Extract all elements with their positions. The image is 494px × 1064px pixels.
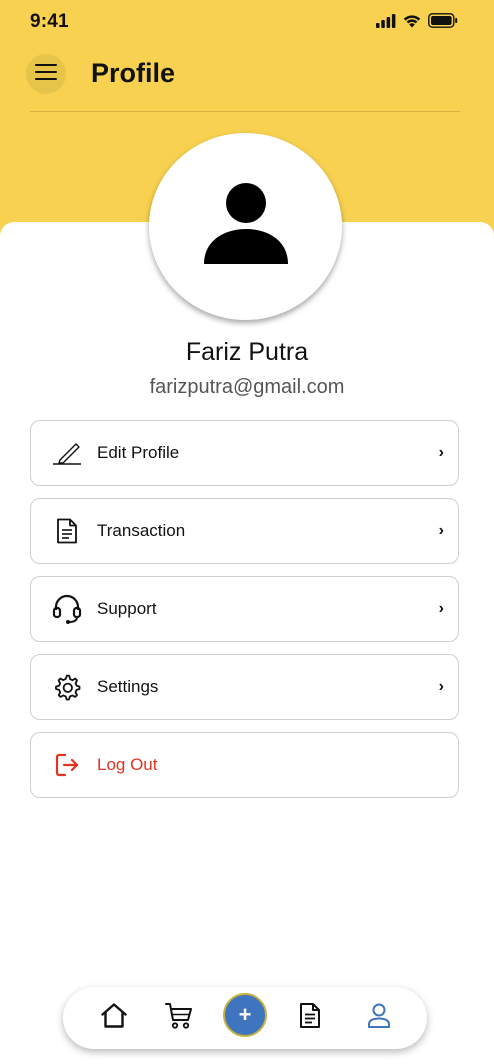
home-icon — [100, 1003, 128, 1034]
nav-home-button[interactable] — [100, 1003, 128, 1034]
status-icons — [376, 13, 458, 33]
pencil-icon — [51, 437, 83, 469]
menu-item-label: Settings — [97, 677, 159, 696]
menu-item-support[interactable]: Support › — [30, 576, 459, 642]
header-divider — [30, 111, 460, 112]
bottom-navigation: + — [63, 987, 427, 1049]
status-bar: 9:41 — [0, 0, 494, 44]
chevron-right-icon: › — [438, 678, 444, 695]
page-title: Profile — [91, 58, 176, 88]
menu-item-log-out[interactable]: Log Out — [30, 732, 459, 798]
menu-item-label: Support — [97, 599, 157, 618]
user-avatar-icon — [201, 182, 291, 271]
gear-icon — [51, 671, 83, 703]
status-time: 9:41 — [30, 11, 69, 32]
headset-icon — [51, 593, 83, 625]
chevron-right-icon: › — [438, 522, 444, 539]
plus-icon: + — [238, 1002, 252, 1027]
cellular-signal-icon — [376, 13, 396, 33]
menu-item-transaction[interactable]: Transaction › — [30, 498, 459, 564]
avatar[interactable] — [149, 133, 342, 320]
menu-item-label: Transaction — [97, 521, 186, 540]
logout-icon — [51, 749, 83, 781]
user-name: Fariz Putra — [185, 338, 309, 366]
document-icon — [299, 1003, 321, 1034]
nav-documents-button[interactable] — [299, 1003, 321, 1034]
profile-menu: Edit Profile › Transaction › Support › S… — [30, 420, 459, 810]
menu-item-label: Edit Profile — [97, 443, 180, 462]
wifi-icon — [402, 13, 422, 33]
nav-profile-button[interactable] — [367, 1003, 391, 1034]
chevron-right-icon: › — [438, 600, 444, 617]
chevron-right-icon: › — [438, 444, 444, 461]
nav-cart-button[interactable] — [165, 1002, 193, 1034]
menu-item-settings[interactable]: Settings › — [30, 654, 459, 720]
cart-icon — [165, 1002, 193, 1034]
user-icon — [367, 1003, 391, 1034]
menu-item-edit-profile[interactable]: Edit Profile › — [30, 420, 459, 486]
hamburger-menu-icon — [35, 63, 57, 86]
menu-item-label: Log Out — [97, 755, 158, 774]
battery-icon — [428, 13, 458, 33]
add-button[interactable]: + — [223, 993, 267, 1037]
user-email: farizputra@gmail.com — [149, 376, 345, 398]
hamburger-menu-button[interactable] — [26, 54, 66, 94]
document-icon — [51, 515, 83, 547]
